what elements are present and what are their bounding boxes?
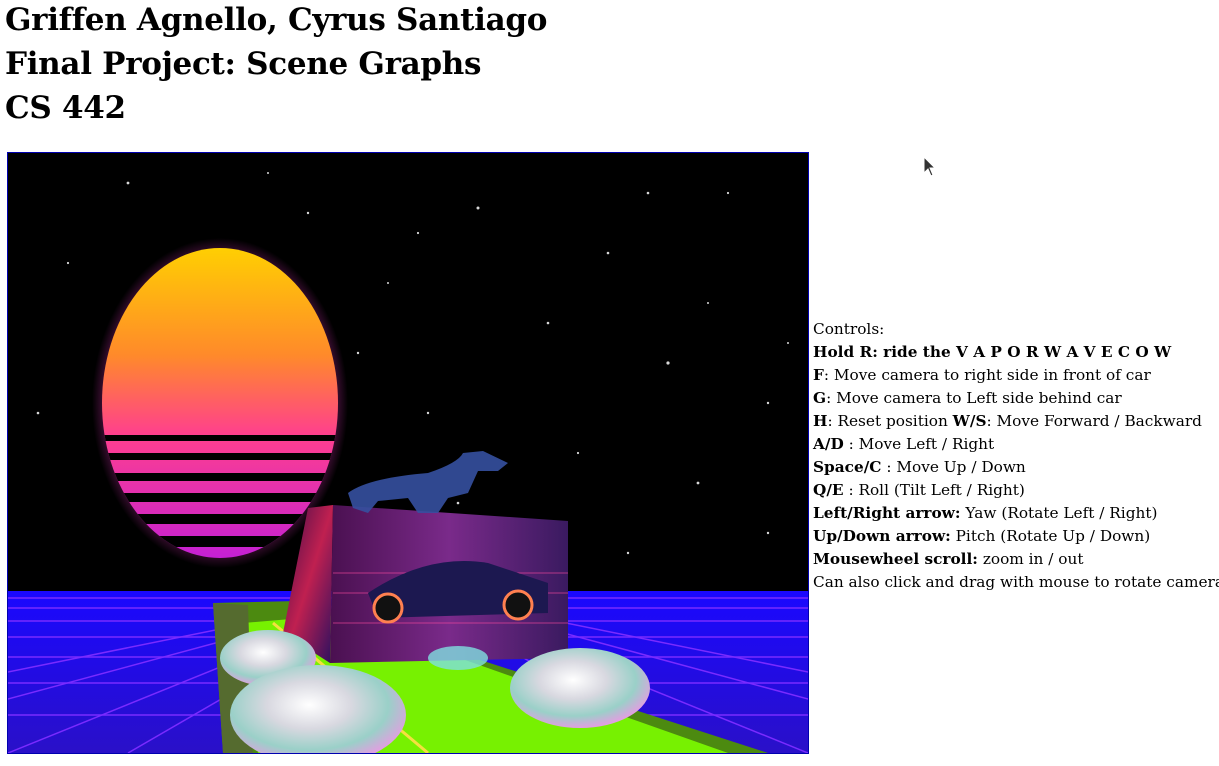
control-desc: Pitch (Rotate Up / Down) <box>950 527 1151 545</box>
control-line: Can also click and drag with mouse to ro… <box>813 571 1219 594</box>
control-key: H <box>813 412 828 430</box>
control-line: H: Reset position W/S: Move Forward / Ba… <box>813 410 1219 433</box>
control-key: G <box>813 389 827 407</box>
control-desc: Can also click and drag with mouse to ro… <box>813 573 1219 591</box>
control-line: A/D : Move Left / Right <box>813 433 1219 456</box>
scene-render <box>8 153 808 753</box>
control-line: Q/E : Roll (Tilt Left / Right) <box>813 479 1219 502</box>
control-desc: : Roll (Tilt Left / Right) <box>843 481 1025 499</box>
control-desc: : Reset position <box>827 412 953 430</box>
control-line: G: Move camera to Left side behind car <box>813 387 1219 410</box>
control-line: Left/Right arrow: Yaw (Rotate Left / Rig… <box>813 502 1219 525</box>
control-desc: : Move Up / Down <box>881 458 1026 476</box>
control-key: Up/Down arrow: <box>813 527 951 545</box>
control-line: Hold R: ride the V A P O R W A V E C O W <box>813 341 1219 364</box>
control-key: Hold R: ride the V A P O R W A V E C O W <box>813 343 1172 361</box>
mouse-cursor-icon <box>923 156 937 177</box>
control-key: F <box>813 366 824 384</box>
authors-heading: Griffen Agnello, Cyrus Santiago <box>5 2 548 38</box>
control-key: W/S <box>952 412 987 430</box>
control-line: Up/Down arrow: Pitch (Rotate Up / Down) <box>813 525 1219 548</box>
course-heading: CS 442 <box>5 90 126 126</box>
control-desc: : Move camera to Left side behind car <box>826 389 1122 407</box>
control-desc: zoom in / out <box>977 550 1084 568</box>
wheel-front-right <box>510 648 650 728</box>
control-line: Space/C : Move Up / Down <box>813 456 1219 479</box>
control-key: Left/Right arrow: <box>813 504 961 522</box>
control-line: F: Move camera to right side in front of… <box>813 364 1219 387</box>
title-block: Griffen Agnello, Cyrus Santiago Final Pr… <box>5 0 547 130</box>
wheel-rear <box>428 646 488 670</box>
control-desc: : Move Forward / Backward <box>986 412 1202 430</box>
controls-panel: Controls: Hold R: ride the V A P O R W A… <box>813 318 1219 594</box>
control-key: Q/E <box>813 481 844 499</box>
control-desc: : Move camera to right side in front of … <box>823 366 1151 384</box>
control-desc: Yaw (Rotate Left / Right) <box>960 504 1158 522</box>
control-key: Space/C <box>813 458 882 476</box>
control-key: A/D <box>813 435 844 453</box>
webgl-canvas[interactable] <box>7 152 809 754</box>
control-line: Mousewheel scroll: zoom in / out <box>813 548 1219 571</box>
project-heading: Final Project: Scene Graphs <box>5 46 482 82</box>
control-desc: : Move Left / Right <box>843 435 995 453</box>
controls-heading: Controls: <box>813 320 885 338</box>
control-key: Mousewheel scroll: <box>813 550 978 568</box>
